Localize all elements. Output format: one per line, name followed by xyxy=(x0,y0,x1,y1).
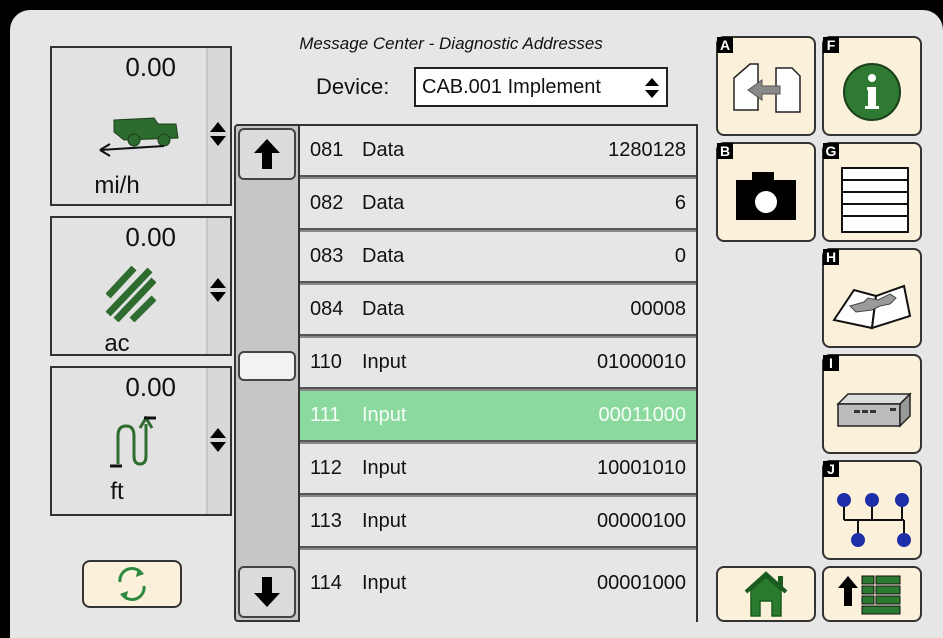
scroll-up-button[interactable] xyxy=(238,128,296,180)
height-adjust-arrows-icon[interactable] xyxy=(209,426,227,454)
list-table-icon xyxy=(841,167,909,233)
speed-unit: mi/h xyxy=(94,172,140,199)
scroll-thumb[interactable] xyxy=(238,351,296,381)
list-item[interactable]: 113 Input 00000100 xyxy=(300,497,696,548)
camera-icon xyxy=(736,172,796,220)
list-scrollbar[interactable] xyxy=(234,124,300,622)
info-icon xyxy=(843,63,901,121)
refresh-icon xyxy=(118,567,146,601)
list-item[interactable]: 112 Input 10001010 xyxy=(300,444,696,495)
area-adjust-arrows-icon[interactable] xyxy=(209,276,227,304)
harvester-speed-icon xyxy=(99,117,179,157)
menu-up-icon xyxy=(838,575,901,615)
network-topology-icon xyxy=(837,493,911,547)
softkey-i-button[interactable]: I xyxy=(822,354,922,454)
arrow-up-icon xyxy=(254,139,280,169)
home-icon xyxy=(744,571,788,617)
device-label: Device: xyxy=(316,74,390,99)
softkey-f-button[interactable]: F xyxy=(822,36,922,136)
softkey-a-button[interactable]: A xyxy=(716,36,816,136)
list-item[interactable]: 081 Data 1280128 xyxy=(300,126,696,177)
service-manual-icon xyxy=(832,284,912,330)
device-spinner-icon xyxy=(645,78,659,98)
height-gauge[interactable]: 0.00 ft xyxy=(50,366,232,516)
list-item-selected[interactable]: 111 Input 00011000 xyxy=(300,391,696,442)
device-value: CAB.001 Implement xyxy=(422,76,601,98)
height-value: 0.00 xyxy=(125,372,176,402)
softkey-h-button[interactable]: H xyxy=(822,248,922,348)
area-hatch-icon xyxy=(106,266,156,322)
softkey-g-button[interactable]: G xyxy=(822,142,922,242)
home-button[interactable] xyxy=(716,566,816,622)
softkey-b-button[interactable]: B xyxy=(716,142,816,242)
scroll-down-button[interactable] xyxy=(238,566,296,618)
area-unit: ac xyxy=(104,330,130,357)
height-unit: ft xyxy=(110,478,124,505)
list-item[interactable]: 110 Input 01000010 xyxy=(300,338,696,389)
list-item[interactable]: 114 Input 00001000 xyxy=(300,550,696,622)
display-screen: 0.00 mi/h 0.00 ac 0.00 ft Message Center… xyxy=(10,10,943,638)
controller-module-icon xyxy=(836,392,912,428)
area-value: 0.00 xyxy=(125,222,176,252)
document-transfer-icon xyxy=(733,63,801,113)
cycle-gauges-button[interactable] xyxy=(82,560,182,608)
menu-up-button[interactable] xyxy=(822,566,922,622)
diagnostic-address-list: 081 Data 1280128 082 Data 6 083 Data 0 084 Data… xyxy=(300,124,698,622)
list-item[interactable]: 082 Data 6 xyxy=(300,179,696,230)
implement-height-icon xyxy=(110,416,156,468)
speed-value: 0.00 xyxy=(125,52,176,82)
list-item[interactable]: 084 Data 00008 xyxy=(300,285,696,336)
page-title: Message Center - Diagnostic Addresses xyxy=(299,34,603,53)
speed-gauge[interactable]: 0.00 mi/h xyxy=(50,46,232,206)
device-selector[interactable]: CAB.001 Implement xyxy=(414,67,668,107)
list-item[interactable]: 083 Data 0 xyxy=(300,232,696,283)
arrow-down-icon xyxy=(254,577,280,607)
softkey-j-button[interactable]: J xyxy=(822,460,922,560)
speed-adjust-arrows-icon[interactable] xyxy=(209,120,227,148)
area-gauge[interactable]: 0.00 ac xyxy=(50,216,232,357)
